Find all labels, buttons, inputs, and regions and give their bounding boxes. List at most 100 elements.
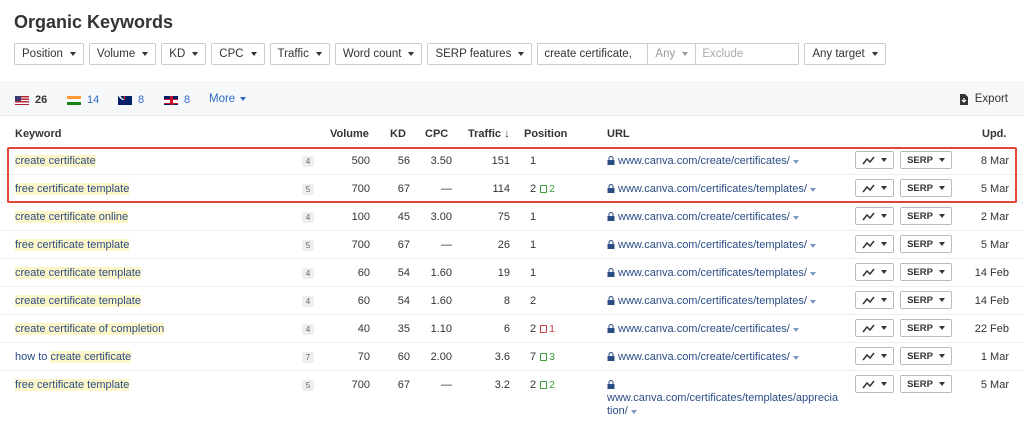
ranking-url[interactable]: www.canva.com/certificates/templates/app… <box>607 379 847 418</box>
traffic-value: 19 <box>497 267 510 279</box>
url-text-continued: tion/ <box>607 405 628 417</box>
trend-dropdown[interactable] <box>855 291 894 309</box>
country-count: 8 <box>184 94 191 106</box>
ranking-url[interactable]: www.canva.com/create/certificates/ <box>607 211 799 223</box>
ranking-url[interactable]: www.canva.com/certificates/templates/ <box>607 239 816 251</box>
trend-dropdown[interactable] <box>855 319 894 337</box>
target-filter[interactable]: Any target <box>804 43 886 65</box>
ranking-url[interactable]: www.canva.com/create/certificates/ <box>607 351 799 363</box>
position-column-header[interactable]: Position <box>524 128 567 140</box>
more-countries-button[interactable]: More <box>209 93 247 105</box>
ranking-url[interactable]: www.canva.com/certificates/templates/ <box>607 267 816 279</box>
keyword-exclude-input[interactable]: Exclude <box>695 43 800 65</box>
position-value: 1 <box>530 267 537 279</box>
chevron-down-icon <box>938 382 945 386</box>
chevron-down-icon <box>142 52 149 56</box>
keyword-suffix: online <box>95 211 129 223</box>
serp-dropdown[interactable]: SERP <box>900 347 952 365</box>
keyword-match: create certificate <box>15 267 96 279</box>
volume-column-header[interactable]: Volume <box>330 128 369 140</box>
export-label: Export <box>974 93 1008 105</box>
table-row: create certificate online 4 100 45 3.00 75 1 ww… <box>0 203 1024 231</box>
cpc-column-header[interactable]: CPC <box>425 128 448 140</box>
kd-column-header[interactable]: KD <box>390 128 406 140</box>
keyword-link[interactable]: how to create certificate <box>15 351 132 363</box>
traffic-column-header[interactable]: Traffic ↓ <box>468 128 510 140</box>
traffic-filter[interactable]: Traffic <box>269 43 330 65</box>
serp-label: SERP <box>907 322 933 334</box>
chevron-down-icon <box>240 97 247 101</box>
trend-dropdown[interactable] <box>855 235 894 253</box>
trend-dropdown[interactable] <box>855 375 894 393</box>
url-text: www.canva.com/certificates/templates/app… <box>607 392 839 404</box>
trend-dropdown[interactable] <box>855 263 894 281</box>
kd-value: 67 <box>397 379 410 391</box>
keyword-include-input[interactable]: create certificate, <box>537 43 648 65</box>
serp-dropdown[interactable]: SERP <box>900 319 952 337</box>
keyword-search-group: create certificate, Any Exclude <box>537 43 800 65</box>
country-us[interactable]: 26 <box>15 94 47 106</box>
chevron-down-icon <box>881 354 887 358</box>
export-button[interactable]: Export <box>959 93 1008 105</box>
keyword-link[interactable]: create certificate online <box>15 211 129 223</box>
serp-label: SERP <box>907 294 933 306</box>
trend-dropdown[interactable] <box>855 207 894 225</box>
updated-column-header[interactable]: Upd. <box>982 128 1006 140</box>
keyword-link[interactable]: create certificate of completion <box>15 323 165 335</box>
volume-value: 70 <box>357 351 370 363</box>
volume-value: 100 <box>351 211 370 223</box>
updated-date: 14 Feb <box>974 295 1009 307</box>
kd-filter[interactable]: KD <box>161 43 207 65</box>
chevron-down-icon <box>938 326 945 330</box>
serp-dropdown[interactable]: SERP <box>900 375 952 393</box>
chevron-down-icon <box>809 272 816 276</box>
serp-dropdown[interactable]: SERP <box>900 235 952 253</box>
ranking-url[interactable]: www.canva.com/create/certificates/ <box>607 323 799 335</box>
volume-filter[interactable]: Volume <box>88 43 157 65</box>
kd-value: 54 <box>397 267 410 279</box>
updated-date: 5 Mar <box>980 239 1009 251</box>
serp-features-count[interactable]: 4 <box>302 296 314 307</box>
url-text: www.canva.com/create/certificates/ <box>618 351 790 363</box>
table-row: free certificate template 5 700 67 — 26 1 www.c… <box>0 231 1024 259</box>
country-count: 14 <box>87 94 100 106</box>
position-value: 2 <box>530 379 537 391</box>
country-india[interactable]: 14 <box>67 94 99 106</box>
serp-features-count[interactable]: 5 <box>302 240 314 251</box>
keyword-link[interactable]: free certificate template <box>15 239 130 251</box>
position-change: 1 <box>540 323 555 335</box>
cpc-filter[interactable]: CPC <box>211 43 265 65</box>
keyword-link[interactable]: create certificate template <box>15 295 141 307</box>
serp-features-count[interactable]: 4 <box>302 268 314 279</box>
serp-features-filter[interactable]: SERP features <box>427 43 533 65</box>
chevron-down-icon <box>250 52 257 56</box>
page-title: Organic Keywords <box>14 12 174 32</box>
word-count-filter[interactable]: Word count <box>334 43 423 65</box>
lock-icon <box>607 324 615 333</box>
country-uk[interactable]: 8 <box>164 94 190 106</box>
trend-chart-icon <box>862 268 875 276</box>
country-australia[interactable]: 8 <box>118 94 144 106</box>
trend-dropdown[interactable] <box>855 347 894 365</box>
serp-features-count[interactable]: 5 <box>302 380 314 391</box>
url-column-header[interactable]: URL <box>607 128 630 140</box>
keyword-suffix: template <box>95 267 141 279</box>
position-filter[interactable]: Position <box>14 43 84 65</box>
match-mode-dropdown[interactable]: Any <box>647 43 696 65</box>
serp-dropdown[interactable]: SERP <box>900 263 952 281</box>
serp-features-count[interactable]: 4 <box>302 324 314 335</box>
keyword-link[interactable]: free certificate template <box>15 379 130 391</box>
serp-dropdown[interactable]: SERP <box>900 291 952 309</box>
url-text: www.canva.com/certificates/templates/ <box>618 239 807 251</box>
keyword-link[interactable]: create certificate template <box>15 267 141 279</box>
table-row: create certificate of completion 4 40 35 1.1… <box>0 315 1024 343</box>
serp-features-count[interactable]: 7 <box>302 352 314 363</box>
keyword-column-header[interactable]: Keyword <box>15 128 61 140</box>
keyword-match: free certificate template <box>15 239 130 251</box>
serp-label: SERP <box>907 350 933 362</box>
ranking-url[interactable]: www.canva.com/certificates/templates/ <box>607 295 816 307</box>
position-cell: 1 <box>530 211 536 223</box>
url-text: www.canva.com/create/certificates/ <box>618 211 790 223</box>
serp-dropdown[interactable]: SERP <box>900 207 952 225</box>
serp-features-count[interactable]: 4 <box>302 212 314 223</box>
